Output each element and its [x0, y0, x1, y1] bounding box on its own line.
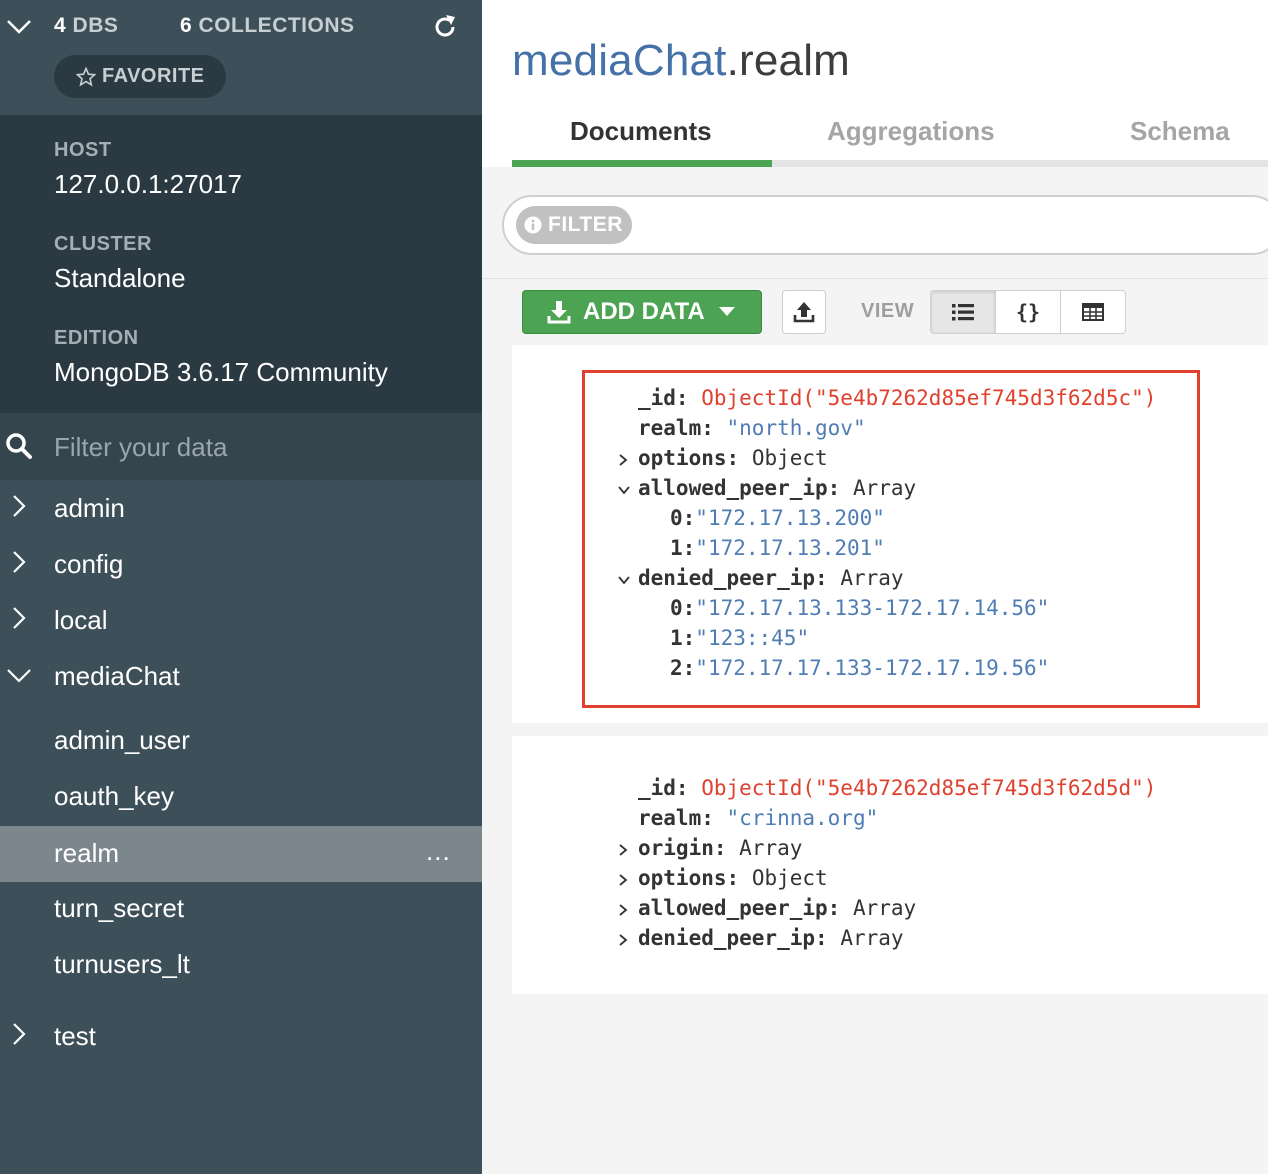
filter-bar[interactable]: FILTER — [502, 195, 1268, 255]
add-data-label: ADD DATA — [583, 298, 705, 325]
view-label: VIEW — [861, 300, 915, 322]
document-card[interactable] — [512, 736, 1268, 994]
expand-chevron-right-icon[interactable] — [616, 933, 630, 947]
tab-documents[interactable]: Documents — [570, 116, 712, 147]
host-label: HOST — [54, 139, 112, 161]
view-toggle-group: {} — [930, 290, 1126, 334]
sidebar-collection-oauth-key[interactable]: oauth_key — [0, 769, 482, 825]
add-data-button[interactable]: ADD DATA — [522, 290, 762, 334]
field-denied-peer-ip: denied_peer_ip: Array — [638, 566, 904, 590]
chevron-right-icon — [13, 1023, 26, 1045]
array-item: 1:"123::45" — [670, 626, 810, 650]
list-view-icon — [952, 304, 974, 321]
cluster-value: Standalone — [54, 263, 186, 293]
field-options: options: Object — [638, 866, 828, 890]
dbs-count: 4 DBS — [54, 14, 119, 37]
collections-count: 6 COLLECTIONS — [180, 14, 355, 37]
sidebar: 4 DBS 6 COLLECTIONS FAVORITE HOST 127.0.… — [0, 0, 482, 1174]
main-panel: mediaChat.realm Documents Aggregations S… — [482, 0, 1268, 1174]
sidebar-collection-admin-user[interactable]: admin_user — [0, 713, 482, 769]
sidebar-collection-turn-secret[interactable]: turn_secret — [0, 881, 482, 937]
page-title: mediaChat.realm — [512, 36, 850, 86]
db-label: local — [54, 605, 108, 635]
field-allowed-peer-ip: allowed_peer_ip: Array — [638, 476, 917, 500]
sidebar-collection-turnusers-lt[interactable]: turnusers_lt — [0, 937, 482, 993]
collapse-chevron-icon[interactable] — [6, 16, 32, 38]
db-label: test — [54, 1021, 96, 1051]
field-id: _id: ObjectId("5e4b7262d85ef745d3f62d5c"… — [638, 386, 1157, 410]
expand-chevron-right-icon[interactable] — [616, 843, 630, 857]
sidebar-db-mediachat[interactable]: mediaChat — [0, 649, 482, 705]
sidebar-filter — [0, 413, 482, 480]
sidebar-db-config[interactable]: config — [0, 537, 482, 593]
expand-chevron-right-icon[interactable] — [616, 903, 630, 917]
filter-data-input[interactable] — [54, 427, 464, 467]
tab-schema[interactable]: Schema — [1130, 116, 1230, 147]
search-icon — [6, 433, 32, 459]
sidebar-db-test[interactable]: test — [0, 1009, 482, 1065]
title-database: mediaChat — [512, 36, 727, 85]
toolbar-divider — [482, 278, 1268, 279]
db-label: config — [54, 549, 124, 579]
expand-chevron-down-icon[interactable] — [617, 573, 631, 587]
chevron-right-icon — [13, 607, 26, 629]
refresh-icon[interactable] — [432, 14, 458, 40]
star-icon — [76, 66, 96, 86]
array-item: 2:"172.17.17.133-172.17.19.56" — [670, 656, 1050, 680]
collection-label: oauth_key — [54, 781, 174, 811]
chevron-right-icon — [13, 551, 26, 573]
edition-label: EDITION — [54, 327, 139, 349]
collection-label: admin_user — [54, 725, 190, 755]
filter-chip[interactable]: FILTER — [516, 206, 632, 244]
cluster-label: CLUSTER — [54, 233, 152, 255]
more-options-icon[interactable]: ... — [426, 836, 451, 867]
upload-icon — [793, 302, 815, 323]
table-view-icon — [1082, 303, 1104, 321]
chevron-down-icon — [7, 669, 31, 683]
tab-aggregations[interactable]: Aggregations — [827, 116, 995, 147]
title-collection: .realm — [726, 36, 851, 85]
array-item: 1:"172.17.13.201" — [670, 536, 885, 560]
host-value: 127.0.0.1:27017 — [54, 169, 242, 199]
instance-info: HOST 127.0.0.1:27017 CLUSTER Standalone … — [0, 115, 482, 413]
array-item: 0:"172.17.13.200" — [670, 506, 885, 530]
sidebar-collection-realm[interactable]: realm ... — [0, 826, 482, 882]
field-realm: realm: "crinna.org" — [638, 806, 879, 830]
export-button[interactable] — [782, 290, 826, 334]
chevron-right-icon — [13, 495, 26, 517]
info-icon — [524, 216, 542, 234]
field-id: _id: ObjectId("5e4b7262d85ef745d3f62d5d"… — [638, 776, 1157, 800]
collection-label: turnusers_lt — [54, 949, 190, 979]
collection-label: realm — [54, 838, 120, 868]
sidebar-db-local[interactable]: local — [0, 593, 482, 649]
caret-down-icon — [718, 307, 735, 316]
collection-label: turn_secret — [54, 893, 185, 923]
expand-chevron-right-icon[interactable] — [616, 453, 630, 467]
tab-bar-track — [772, 160, 1268, 167]
db-label: mediaChat — [54, 661, 180, 691]
download-icon — [547, 301, 571, 324]
json-view-button[interactable]: {} — [996, 291, 1061, 333]
filter-chip-label: FILTER — [548, 213, 623, 236]
field-denied-peer-ip: denied_peer_ip: Array — [638, 926, 904, 950]
list-view-button[interactable] — [931, 291, 996, 333]
field-allowed-peer-ip: allowed_peer_ip: Array — [638, 896, 917, 920]
field-origin: origin: Array — [638, 836, 803, 860]
field-options: options: Object — [638, 446, 828, 470]
favorite-label: FAVORITE — [102, 65, 205, 87]
sidebar-header: 4 DBS 6 COLLECTIONS FAVORITE — [0, 0, 482, 115]
db-label: admin — [54, 493, 125, 523]
favorite-button[interactable]: FAVORITE — [54, 55, 226, 98]
json-view-icon: {} — [1015, 300, 1041, 324]
table-view-button[interactable] — [1061, 291, 1125, 333]
sidebar-db-admin[interactable]: admin — [0, 481, 482, 537]
field-realm: realm: "north.gov" — [638, 416, 866, 440]
expand-chevron-right-icon[interactable] — [616, 873, 630, 887]
expand-chevron-down-icon[interactable] — [617, 483, 631, 497]
array-item: 0:"172.17.13.133-172.17.14.56" — [670, 596, 1050, 620]
active-tab-indicator — [512, 160, 772, 167]
edition-value: MongoDB 3.6.17 Community — [54, 357, 388, 387]
